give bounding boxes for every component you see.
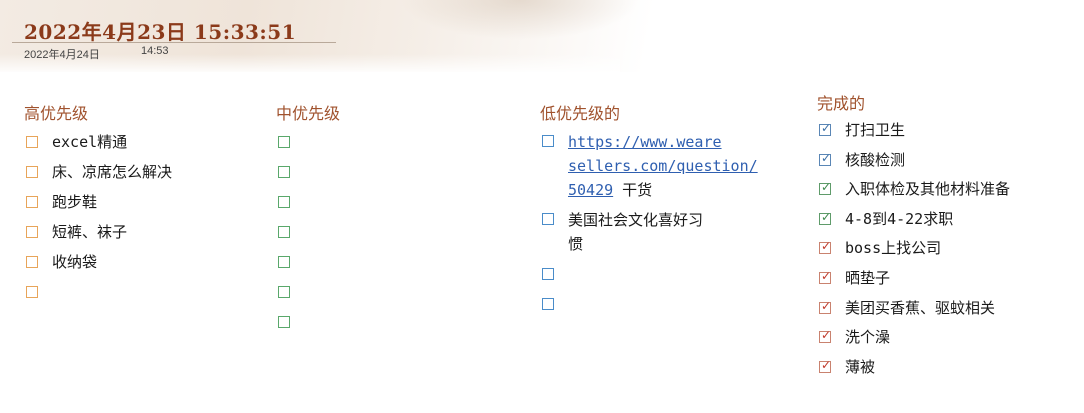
checkbox[interactable] xyxy=(26,286,38,298)
checkbox-checked[interactable]: ✓ xyxy=(819,328,832,344)
done-text[interactable]: 4-8到4-22求职 xyxy=(845,210,953,228)
done-item: ✓ boss上找公司 xyxy=(817,236,1077,261)
checkmark-icon: ✓ xyxy=(821,357,832,372)
done-text[interactable]: 打扫卫生 xyxy=(845,121,905,139)
checkbox[interactable] xyxy=(542,135,554,147)
checkbox[interactable] xyxy=(26,166,38,178)
done-item: ✓ 薄被 xyxy=(817,355,1077,380)
done-item: ✓ 晒垫子 xyxy=(817,266,1077,291)
todo-item xyxy=(276,250,476,275)
checkmark-icon: ✓ xyxy=(821,150,832,165)
high-priority-heading: 高优先级 xyxy=(24,104,89,123)
done-item: ✓ 入职体检及其他材料准备 xyxy=(817,177,1077,202)
done-text[interactable]: 薄被 xyxy=(845,358,875,376)
todo-item: 美国社会文化喜好习 惯 xyxy=(540,208,770,256)
done-item: ✓ 洗个澡 xyxy=(817,325,1077,350)
todo-item xyxy=(276,130,476,155)
done-text[interactable]: 美团买香蕉、驱蚊相关 xyxy=(845,299,995,317)
checkbox-checked[interactable]: ✓ xyxy=(819,268,832,284)
page-time: 14:53 xyxy=(141,45,169,57)
question-link[interactable]: https://www.weare xyxy=(568,133,722,151)
checkmark-icon: ✓ xyxy=(821,268,832,283)
checkbox-checked[interactable]: ✓ xyxy=(819,357,832,373)
done-text[interactable]: 晒垫子 xyxy=(845,269,890,287)
checkmark-icon: ✓ xyxy=(821,180,832,195)
checkbox-checked[interactable]: ✓ xyxy=(819,239,832,255)
todo-item: 短裤、袜子 xyxy=(24,220,244,245)
title-divider xyxy=(12,42,336,43)
done-text[interactable]: 入职体检及其他材料准备 xyxy=(845,180,1010,198)
done-item: ✓ 打扫卫生 xyxy=(817,118,1077,143)
checkbox-checked[interactable]: ✓ xyxy=(819,121,832,136)
todo-text[interactable]: 跑步鞋 xyxy=(52,193,97,211)
checkbox[interactable] xyxy=(278,196,290,208)
done-text[interactable]: boss上找公司 xyxy=(845,239,941,257)
done-column: 完成的 ✓ 打扫卫生 ✓ 核酸检测 ✓ 入职体检及其他材料准备 ✓ 4-8到4-… xyxy=(817,90,1077,380)
todo-text-cont[interactable]: 惯 xyxy=(568,232,770,256)
todo-item xyxy=(276,160,476,185)
todo-text[interactable]: 短裤、袜子 xyxy=(52,223,127,241)
checkbox[interactable] xyxy=(278,166,290,178)
done-text[interactable]: 核酸检测 xyxy=(845,151,905,169)
todo-item xyxy=(276,190,476,215)
checkbox-checked[interactable]: ✓ xyxy=(819,180,832,196)
done-item: ✓ 核酸检测 xyxy=(817,148,1077,173)
todo-text[interactable]: excel精通 xyxy=(52,133,127,151)
checkbox-checked[interactable]: ✓ xyxy=(819,298,832,314)
checkbox[interactable] xyxy=(26,256,38,268)
checkbox[interactable] xyxy=(278,316,290,328)
question-link-cont[interactable]: sellers.com/question/ xyxy=(568,157,758,175)
todo-item xyxy=(276,280,476,305)
todo-item: excel精通 xyxy=(24,130,244,155)
todo-item: 跑步鞋 xyxy=(24,190,244,215)
mid-priority-column: 中优先级 xyxy=(276,100,476,340)
done-text[interactable]: 洗个澡 xyxy=(845,328,890,346)
high-priority-column: 高优先级 excel精通 床、凉席怎么解决 跑步鞋 短裤、袜子 收纳袋 xyxy=(24,100,244,310)
checkbox[interactable] xyxy=(542,298,554,310)
low-priority-heading: 低优先级的 xyxy=(540,104,621,123)
page-title[interactable]: 2022年4月23日 15:33:51 xyxy=(24,16,296,45)
done-item: ✓ 4-8到4-22求职 xyxy=(817,207,1077,232)
todo-item xyxy=(540,292,770,317)
todo-item xyxy=(24,280,244,305)
checkmark-icon: ✓ xyxy=(821,298,832,313)
checkbox[interactable] xyxy=(26,196,38,208)
link-suffix[interactable]: 干货 xyxy=(613,181,652,199)
checkbox[interactable] xyxy=(542,213,554,225)
checkbox[interactable] xyxy=(278,136,290,148)
checkmark-icon: ✓ xyxy=(821,209,832,224)
checkmark-icon: ✓ xyxy=(821,328,832,343)
checkmark-icon: ✓ xyxy=(821,239,832,254)
checkbox-checked[interactable]: ✓ xyxy=(819,209,832,225)
todo-text[interactable]: 美国社会文化喜好习 xyxy=(568,208,770,232)
checkbox-checked[interactable]: ✓ xyxy=(819,150,832,166)
todo-item: 收纳袋 xyxy=(24,250,244,275)
low-priority-column: 低优先级的 https://www.weare sellers.com/ques… xyxy=(540,100,770,322)
checkmark-icon: ✓ xyxy=(821,121,832,135)
todo-text[interactable]: 床、凉席怎么解决 xyxy=(52,163,172,181)
checkbox[interactable] xyxy=(278,256,290,268)
todo-item xyxy=(276,310,476,335)
checkbox[interactable] xyxy=(26,136,38,148)
page-date: 2022年4月24日 xyxy=(24,49,100,61)
todo-item xyxy=(276,220,476,245)
checkbox[interactable] xyxy=(278,226,290,238)
todo-item: https://www.weare sellers.com/question/ … xyxy=(540,130,770,202)
mid-priority-heading: 中优先级 xyxy=(276,104,341,123)
checkbox[interactable] xyxy=(26,226,38,238)
todo-text[interactable]: 收纳袋 xyxy=(52,253,97,271)
checkbox[interactable] xyxy=(542,268,554,280)
done-heading: 完成的 xyxy=(817,94,866,113)
done-item: ✓ 美团买香蕉、驱蚊相关 xyxy=(817,296,1077,321)
todo-item xyxy=(540,262,770,287)
note-page: 2022年4月23日 15:33:51 2022年4月24日 14:53 高优先… xyxy=(0,0,1084,413)
question-link-id[interactable]: 50429 xyxy=(568,181,613,199)
checkbox[interactable] xyxy=(278,286,290,298)
todo-item: 床、凉席怎么解决 xyxy=(24,160,244,185)
